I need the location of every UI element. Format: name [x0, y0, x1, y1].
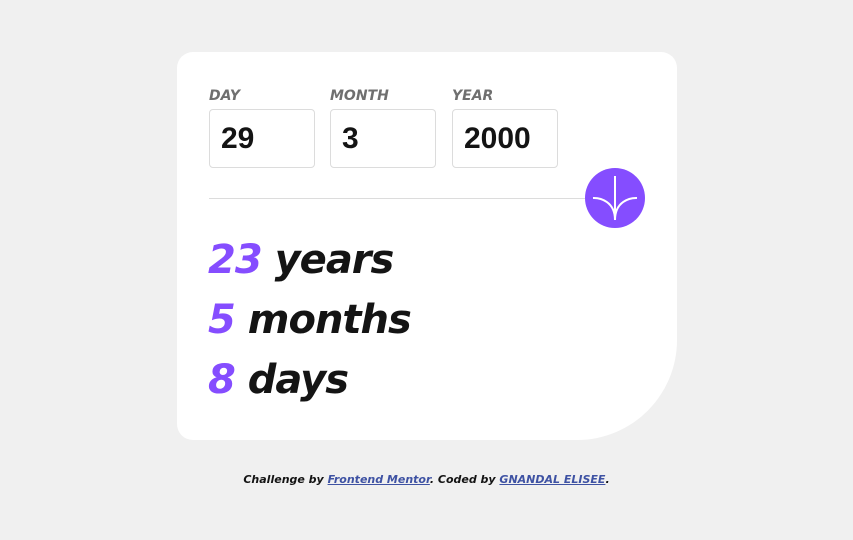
- days-unit: days: [247, 357, 349, 403]
- footer-middle: . Coded by: [429, 473, 500, 486]
- months-value: 5: [208, 297, 236, 343]
- year-label: YEAR: [452, 88, 494, 104]
- months-unit: months: [247, 297, 412, 343]
- months-result: 5 months: [208, 290, 412, 350]
- footer-prefix: Challenge by: [243, 473, 328, 486]
- results: 23 years 5 months 8 days: [208, 230, 412, 410]
- attribution-footer: Challenge by Frontend Mentor. Coded by G…: [0, 473, 853, 486]
- day-label: DAY: [209, 88, 240, 104]
- month-field: MONTH: [330, 88, 436, 168]
- arrow-down-icon: [592, 176, 638, 220]
- day-input[interactable]: [209, 109, 315, 168]
- frontend-mentor-link[interactable]: Frontend Mentor: [328, 473, 430, 486]
- footer-suffix: .: [605, 473, 610, 486]
- divider: [209, 198, 589, 199]
- year-input[interactable]: [452, 109, 558, 168]
- submit-button[interactable]: [585, 168, 645, 228]
- day-field: DAY: [209, 88, 315, 168]
- age-calculator-card: DAY MONTH YEAR 23 years 5 months 8 days: [177, 52, 677, 440]
- month-input[interactable]: [330, 109, 436, 168]
- years-value: 23: [208, 237, 263, 283]
- days-value: 8: [208, 357, 236, 403]
- days-result: 8 days: [208, 350, 411, 410]
- years-result: 23 years: [208, 230, 411, 290]
- year-field: YEAR: [452, 88, 558, 168]
- years-unit: years: [274, 237, 395, 283]
- author-link[interactable]: GNANDAL ELISEE: [499, 473, 605, 486]
- month-label: MONTH: [330, 88, 389, 104]
